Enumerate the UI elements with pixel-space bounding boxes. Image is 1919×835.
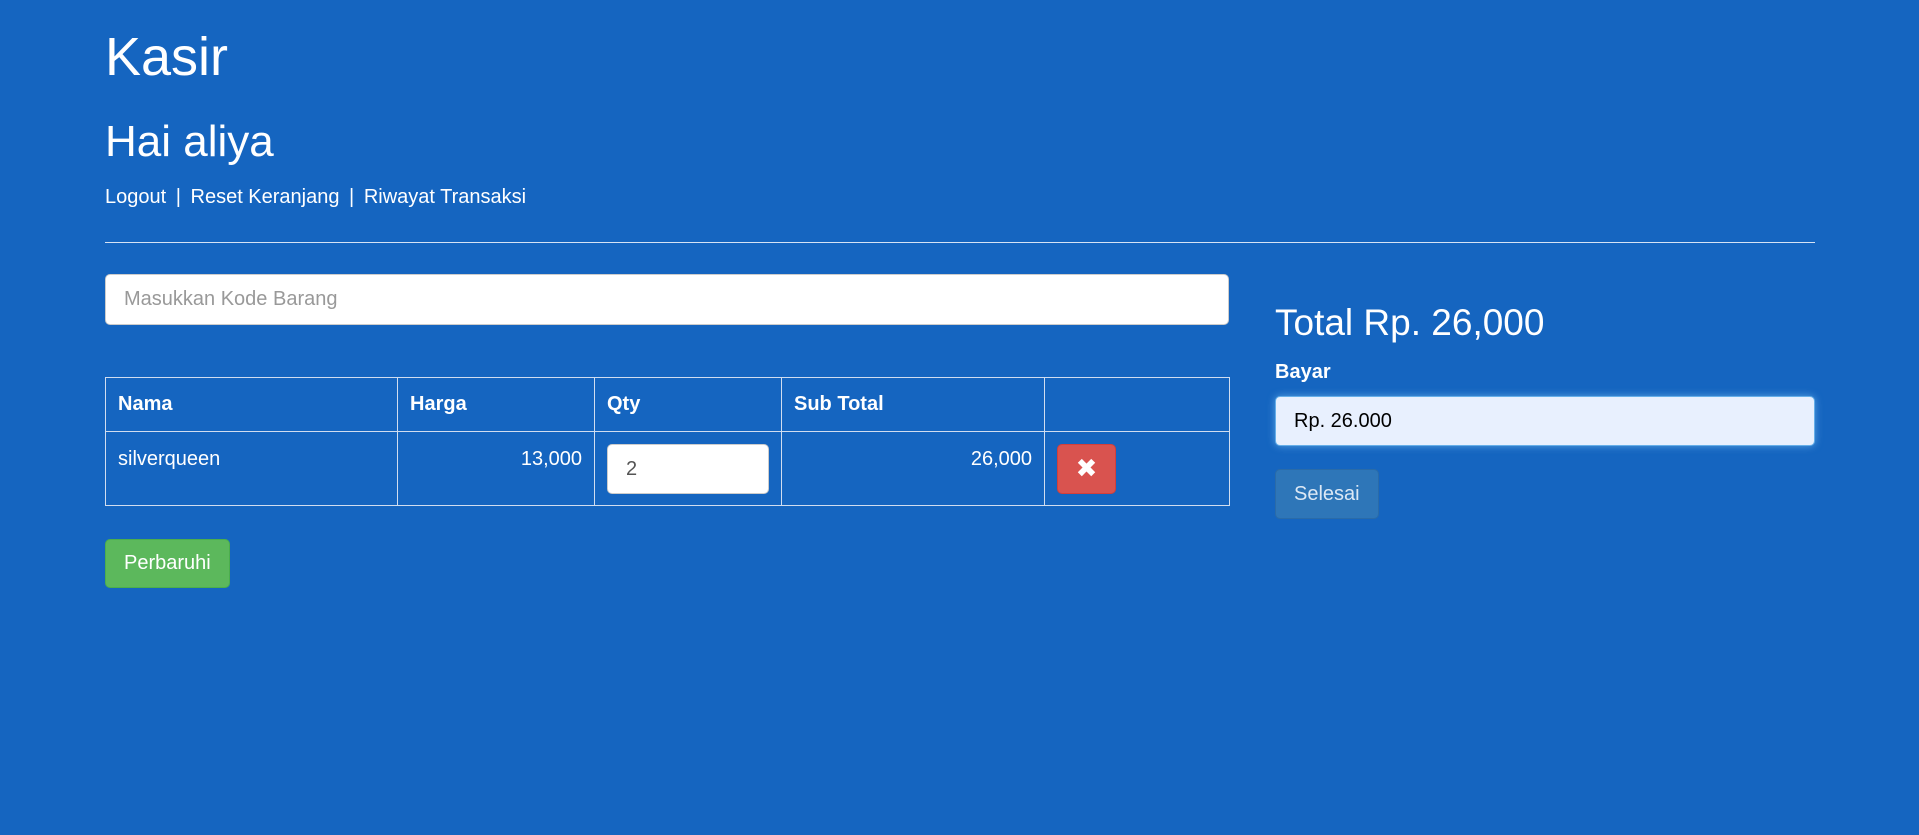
nav-separator: |	[175, 186, 181, 208]
delete-item-button[interactable]: ✖	[1057, 444, 1116, 494]
payment-input[interactable]	[1275, 396, 1815, 446]
bayar-label: Bayar	[1275, 361, 1331, 383]
cell-nama: silverqueen	[105, 431, 398, 506]
total-amount: Total Rp. 26,000	[1275, 302, 1545, 343]
nav-separator: |	[349, 186, 355, 208]
column-header-subtotal: Sub Total	[781, 377, 1045, 432]
kasir-page: Kasir Hai aliya Logout | Reset Keranjang…	[0, 0, 1919, 835]
table-row: silverqueen 13,000 26,000 ✖	[105, 431, 1230, 506]
reset-cart-link[interactable]: Reset Keranjang	[191, 186, 340, 208]
column-header-qty: Qty	[594, 377, 782, 432]
column-header-nama: Nama	[105, 377, 398, 432]
cell-qty	[594, 431, 782, 506]
finish-button[interactable]: Selesai	[1275, 469, 1379, 519]
qty-input[interactable]	[607, 444, 769, 494]
cart-table: Nama Harga Qty Sub Total silverqueen 13,…	[105, 377, 1230, 506]
table-header-row: Nama Harga Qty Sub Total	[105, 377, 1230, 432]
divider	[105, 242, 1815, 243]
item-code-input[interactable]	[105, 274, 1229, 325]
cell-harga: 13,000	[397, 431, 595, 506]
greeting-heading: Hai aliya	[105, 117, 274, 166]
logout-link[interactable]: Logout	[105, 186, 166, 208]
cell-subtotal: 26,000	[781, 431, 1045, 506]
transaction-history-link[interactable]: Riwayat Transaksi	[364, 186, 526, 208]
column-header-action	[1044, 377, 1230, 432]
times-icon: ✖	[1075, 454, 1098, 484]
app-title: Kasir	[105, 27, 229, 87]
update-cart-button[interactable]: Perbaruhi	[105, 539, 230, 588]
nav-links: Logout | Reset Keranjang | Riwayat Trans…	[105, 185, 526, 209]
cell-action: ✖	[1044, 431, 1230, 506]
column-header-harga: Harga	[397, 377, 595, 432]
